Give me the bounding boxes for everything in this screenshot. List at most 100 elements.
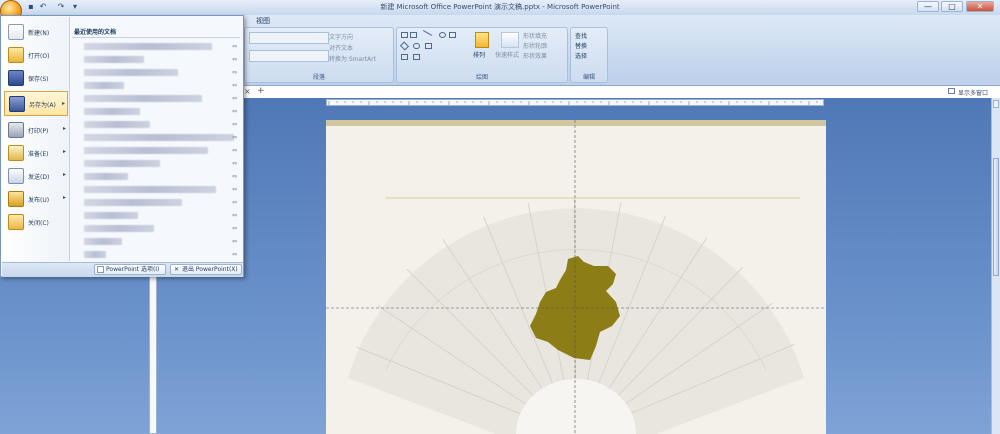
minimize-button[interactable]: — (917, 1, 939, 12)
arrow-shape-icon[interactable] (425, 43, 432, 49)
recent-document-row[interactable]: ⇔ (70, 66, 242, 79)
powerpoint-options-button[interactable]: PowerPoint 选项(I) (94, 264, 166, 275)
vertical-scrollbar[interactable] (991, 98, 1000, 434)
list-buttons[interactable] (249, 32, 329, 44)
recent-document-row[interactable]: ⇔ (70, 196, 242, 209)
recent-document-row[interactable]: ⇔ (70, 53, 242, 66)
pin-icon[interactable]: ⇔ (232, 69, 237, 76)
menu-item-label: 发布(U) (28, 197, 50, 204)
menu-item-save[interactable]: 保存(S) (4, 68, 68, 88)
close-button[interactable]: ✕ (966, 1, 994, 12)
close-tab-icon[interactable]: × (244, 87, 251, 96)
window-title: 新建 Microsoft Office PowerPoint 演示文稿.pptx… (380, 3, 620, 11)
pin-icon[interactable]: ⇔ (232, 147, 237, 154)
submenu-arrow-icon: ▸ (62, 194, 66, 201)
rounded-shape-icon[interactable] (413, 43, 420, 49)
recent-document-row[interactable]: ⇔ (70, 105, 242, 118)
rectangle-shape-icon[interactable] (401, 32, 408, 38)
replace-button[interactable]: 替换 (575, 41, 587, 50)
find-button[interactable]: 查找 (575, 31, 587, 40)
line-shape-icon[interactable] (419, 29, 433, 42)
pin-icon[interactable]: ⇔ (232, 95, 237, 102)
shape-outline-button[interactable]: 形状轮廓 (523, 41, 547, 50)
slide-canvas[interactable] (326, 120, 826, 434)
scroll-up-button[interactable] (993, 100, 999, 108)
obscured-document-name (84, 69, 178, 76)
drawing-group-label: 绘图 (475, 74, 488, 81)
obscured-document-name (84, 95, 202, 102)
recent-document-row[interactable]: ⇔ (70, 209, 242, 222)
curve-shape-icon[interactable] (401, 54, 408, 60)
menu-item-prepare[interactable]: 准备(E) ▸ (4, 143, 68, 163)
select-button[interactable]: 选择 (575, 51, 587, 60)
obscured-document-name (84, 173, 128, 180)
menu-item-save-as[interactable]: 另存为(A) ▸ (4, 91, 68, 116)
show-multi-window-button[interactable]: 显示多窗口 (958, 88, 988, 97)
recent-document-row[interactable]: ⇔ (70, 118, 242, 131)
pin-icon[interactable]: ⇔ (232, 199, 237, 206)
recent-document-row[interactable]: ⇔ (70, 183, 242, 196)
recent-document-row[interactable]: ⇔ (70, 222, 242, 235)
obscured-document-name (84, 121, 150, 128)
office-menu: 新建(N) 打开(O) 保存(S) 另存为(A) ▸ 打印(P) ▸ 准备(E)… (0, 15, 244, 277)
horizontal-ruler (326, 99, 824, 106)
menu-item-open[interactable]: 打开(O) (4, 45, 68, 65)
oval-shape-icon[interactable] (439, 32, 446, 38)
save-as-icon (9, 96, 25, 112)
text-direction-button[interactable]: 文字方向 (329, 32, 353, 41)
submenu-arrow-icon: ▸ (62, 148, 66, 155)
arrange-button[interactable]: 排列 (473, 50, 485, 59)
pin-icon[interactable]: ⇔ (232, 43, 237, 50)
menu-item-new[interactable]: 新建(N) (4, 22, 68, 42)
recent-document-row[interactable]: ⇔ (70, 248, 242, 261)
pin-icon[interactable]: ⇔ (232, 160, 237, 167)
pin-icon[interactable]: ⇔ (232, 238, 237, 245)
pin-icon[interactable]: ⇔ (232, 186, 237, 193)
tab-view[interactable]: 视图 (256, 16, 270, 26)
recent-document-row[interactable]: ⇔ (70, 131, 242, 144)
undo-icon[interactable]: ↶ (38, 2, 48, 12)
pin-icon[interactable]: ⇔ (232, 134, 237, 141)
align-buttons[interactable] (249, 50, 329, 62)
recent-document-row[interactable]: ⇔ (70, 144, 242, 157)
obscured-document-name (84, 134, 234, 141)
brace-shape-icon[interactable] (413, 54, 420, 60)
pin-icon[interactable]: ⇔ (232, 225, 237, 232)
menu-item-send[interactable]: 发送(D) ▸ (4, 166, 68, 186)
recent-document-row[interactable]: ⇔ (70, 157, 242, 170)
scroll-thumb[interactable] (993, 158, 999, 276)
new-document-icon (8, 24, 24, 40)
recent-document-row[interactable]: ⇔ (70, 92, 242, 105)
recent-document-row[interactable]: ⇔ (70, 40, 242, 53)
recent-document-row[interactable]: ⇔ (70, 235, 242, 248)
pin-icon[interactable]: ⇔ (232, 56, 237, 63)
pin-icon[interactable]: ⇔ (232, 121, 237, 128)
menu-item-label: 保存(S) (28, 76, 49, 83)
exit-powerpoint-button[interactable]: ✕ 退出 PowerPoint(X) (170, 264, 242, 275)
recent-document-row[interactable]: ⇔ (70, 170, 242, 183)
redo-icon[interactable]: ↷ (56, 2, 66, 12)
pin-icon[interactable]: ⇔ (232, 173, 237, 180)
align-text-button[interactable]: 对齐文本 (329, 43, 353, 52)
pin-icon[interactable]: ⇔ (232, 82, 237, 89)
maximize-button[interactable]: □ (941, 1, 963, 12)
save-icon[interactable]: ▪ (26, 2, 36, 12)
quick-styles-button[interactable]: 快速样式 (495, 50, 519, 59)
submenu-arrow-icon: ▸ (62, 125, 66, 132)
convert-smartart-button[interactable]: 转换为 SmartArt (329, 54, 376, 63)
diamond-shape-icon[interactable] (399, 41, 410, 51)
shape-fill-button[interactable]: 形状填充 (523, 31, 547, 40)
customize-qat-icon[interactable]: ▾ (70, 2, 80, 12)
menu-item-print[interactable]: 打印(P) ▸ (4, 120, 68, 140)
menu-item-close[interactable]: 关闭(C) (4, 212, 68, 232)
pin-icon[interactable]: ⇔ (232, 212, 237, 219)
pin-icon[interactable]: ⇔ (232, 251, 237, 258)
menu-item-publish[interactable]: 发布(U) ▸ (4, 189, 68, 209)
shape-effects-button[interactable]: 形状效果 (523, 51, 547, 60)
shapes-gallery[interactable] (399, 29, 467, 66)
recent-document-row[interactable]: ⇔ (70, 79, 242, 92)
textbox-shape-icon[interactable] (410, 32, 417, 38)
pin-icon[interactable]: ⇔ (232, 108, 237, 115)
rounded-rect-shape-icon[interactable] (449, 32, 456, 38)
new-tab-icon[interactable]: + (257, 86, 265, 96)
